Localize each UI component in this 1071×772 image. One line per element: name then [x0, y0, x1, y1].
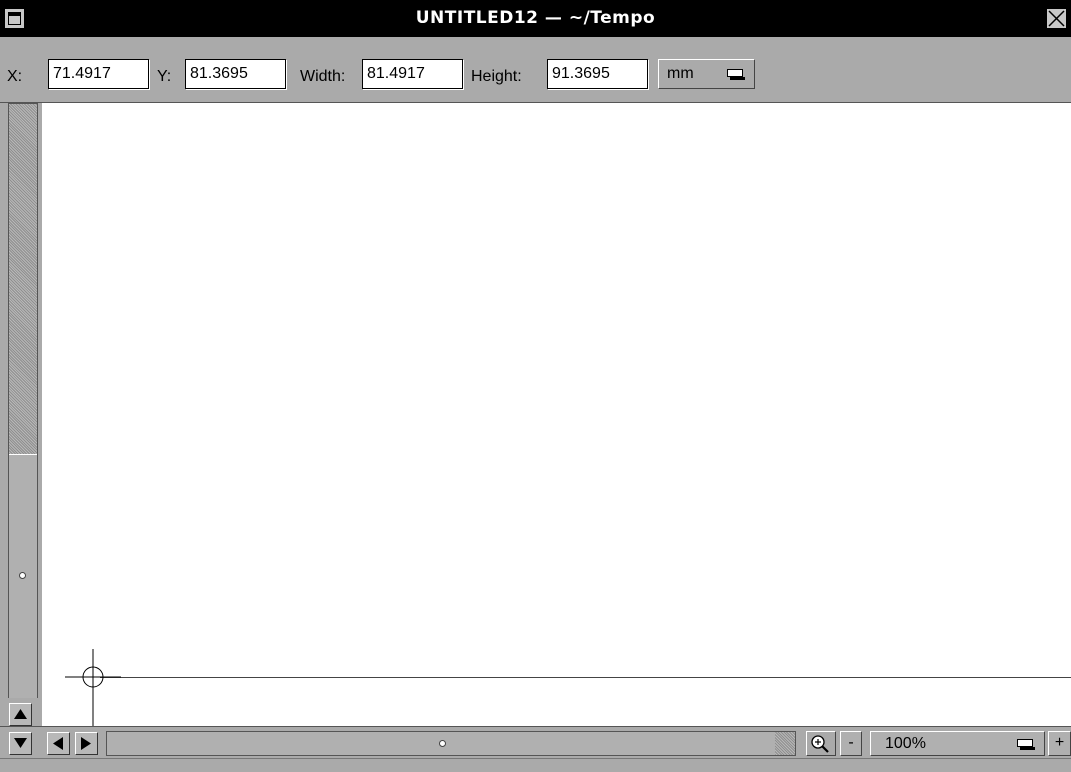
vertical-scrollbar[interactable] [8, 103, 38, 698]
document-window: UNTITLED12 — ~/Tempo X: 71.4917 Y: 81.36… [0, 0, 1071, 772]
status-bar [0, 758, 1071, 772]
drawing-canvas[interactable] [42, 103, 1071, 727]
crosshair-icon[interactable] [65, 649, 121, 733]
horizontal-scrollbar[interactable] [106, 731, 796, 756]
baseline-guide [100, 677, 1071, 678]
zoom-popup-button[interactable]: 100% [870, 731, 1045, 756]
popup-indicator-icon [1017, 739, 1035, 750]
close-icon[interactable] [1046, 8, 1067, 29]
y-label: Y: [157, 68, 172, 85]
zoom-in-button[interactable]: + [1048, 731, 1071, 756]
scroll-down-button[interactable] [9, 732, 32, 755]
vertical-scroll-trough[interactable] [9, 104, 37, 454]
unit-popup-button[interactable]: mm [658, 59, 755, 89]
height-field[interactable]: 91.3695 [547, 59, 648, 89]
scroll-thumb-grip-icon [19, 572, 26, 579]
width-label: Width: [300, 68, 346, 85]
y-field[interactable]: 81.3695 [185, 59, 286, 89]
popup-indicator-icon [727, 69, 745, 80]
width-field[interactable]: 81.4917 [362, 59, 463, 89]
zoom-level: 100% [885, 735, 926, 752]
height-label: Height: [471, 68, 522, 85]
title-bar[interactable]: UNTITLED12 — ~/Tempo [0, 0, 1071, 37]
scroll-up-button[interactable] [9, 703, 32, 726]
zoom-out-button[interactable]: - [840, 731, 862, 756]
horizontal-scroll-trough[interactable] [775, 732, 795, 755]
window-title: UNTITLED12 — ~/Tempo [415, 8, 656, 28]
x-field[interactable]: 71.4917 [48, 59, 149, 89]
magnifier-icon[interactable] [806, 731, 836, 756]
scroll-right-button[interactable] [75, 732, 98, 755]
scroll-thumb-grip-icon [439, 740, 446, 747]
scroll-left-button[interactable] [47, 732, 70, 755]
x-label: X: [7, 68, 23, 85]
vertical-scroll-thumb[interactable] [9, 454, 37, 698]
unit-label: mm [667, 65, 694, 82]
